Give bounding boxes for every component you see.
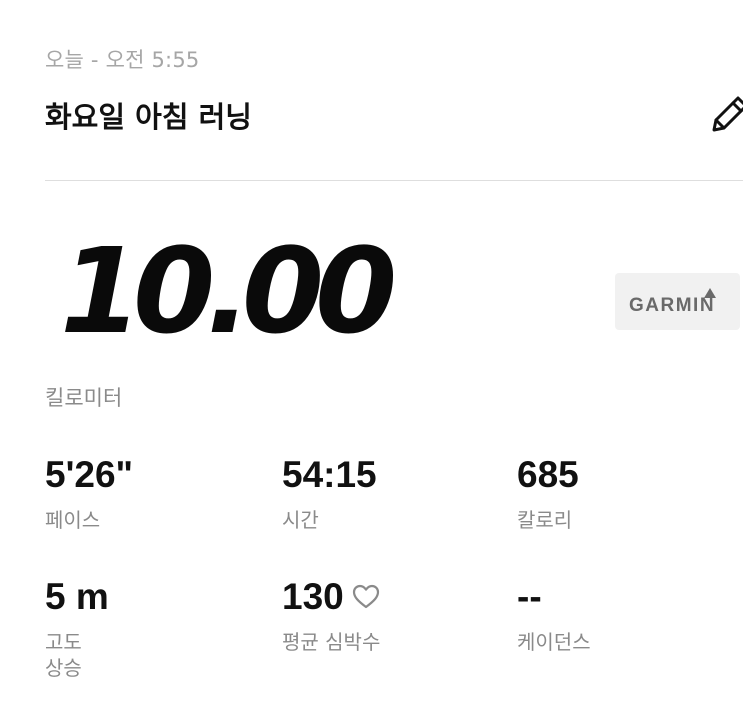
stat-time: 54:15 시간 (282, 456, 377, 533)
heart-rate-row: 130 (282, 578, 380, 615)
elevation-value: 5 m (45, 576, 109, 617)
calories-label: 칼로리 (517, 508, 573, 532)
stat-heart-rate: 130 평균 심박수 (282, 578, 380, 655)
heart-rate-value: 130 (282, 576, 344, 617)
heart-icon (352, 585, 379, 609)
distance-unit-label: 킬로미터 (45, 386, 123, 410)
pace-value: 5'26" (45, 454, 134, 495)
activity-timestamp: 오늘 - 오전 5:55 (45, 48, 200, 72)
stat-pace: 5'26" 페이스 (45, 456, 133, 533)
activity-title: 화요일 아침 러닝 (45, 100, 252, 134)
garmin-triangle-icon (704, 288, 716, 298)
garmin-device-badge[interactable]: GARMIN (615, 273, 740, 330)
time-value: 54:15 (282, 454, 377, 495)
time-label: 시간 (282, 508, 319, 532)
edit-button[interactable] (706, 92, 743, 136)
calories-value: 685 (517, 454, 579, 495)
stat-elevation: 5 m 고도 상승 (45, 578, 109, 681)
garmin-logo-text: GARMIN (629, 295, 716, 316)
cadence-value: -- (517, 576, 542, 617)
stat-calories: 685 칼로리 (517, 456, 579, 533)
distance-value: 10.00 (60, 222, 397, 360)
cadence-label: 케이던스 (517, 630, 591, 654)
pace-label: 페이스 (45, 508, 101, 532)
stat-cadence: -- 케이던스 (517, 578, 591, 655)
elevation-label: 고도 상승 (45, 630, 82, 680)
pencil-icon (712, 96, 743, 132)
heart-rate-label: 평균 심박수 (282, 630, 381, 654)
header-divider (45, 180, 743, 181)
